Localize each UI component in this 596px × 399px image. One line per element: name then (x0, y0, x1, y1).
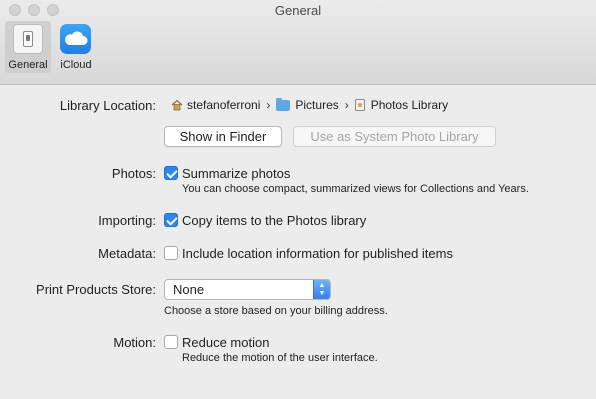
print-store-help: Choose a store based on your billing add… (164, 305, 388, 317)
home-icon (171, 99, 183, 111)
reduce-motion-checkbox[interactable] (164, 335, 178, 349)
path-item-label: Photos Library (370, 98, 449, 112)
general-switch-icon (13, 24, 43, 54)
print-store-select[interactable]: None ▲ ▼ (164, 279, 331, 300)
print-store-value: None (173, 282, 205, 297)
location-info-label[interactable]: Include location information for publish… (182, 246, 453, 261)
summarize-photos-checkbox[interactable] (164, 166, 178, 180)
window-title: General (274, 3, 322, 18)
folder-icon (276, 97, 291, 111)
photos-label: Photos: (111, 166, 156, 181)
reduce-motion-help: Reduce the motion of the user interface. (182, 352, 378, 364)
chevron-right-icon: › (344, 98, 349, 112)
copy-items-checkbox[interactable] (164, 213, 178, 227)
photos-library-icon (354, 99, 365, 111)
tab-icloud-label: iCloud (60, 59, 92, 71)
cloud-icon (60, 24, 91, 54)
preferences-window: General General iCloud Library Location:… (0, 0, 596, 399)
title-bar: General General iCloud (0, 0, 596, 85)
print-products-store-label: Print Products Store: (36, 282, 156, 297)
reduce-motion-label[interactable]: Reduce motion (182, 335, 269, 350)
tab-general[interactable]: General (5, 21, 51, 73)
show-in-finder-button[interactable]: Show in Finder (164, 126, 282, 147)
use-as-system-library-button[interactable]: Use as System Photo Library (293, 126, 496, 147)
location-info-checkbox[interactable] (164, 246, 178, 260)
path-item-photos-library[interactable]: Photos Library (354, 98, 449, 112)
path-item-label: Pictures (295, 98, 339, 112)
library-path: stefanoferroni › Pictures › Photos Libra… (171, 97, 448, 113)
summarize-photos-label[interactable]: Summarize photos (182, 166, 290, 181)
chevron-up-down-icon: ▲ ▼ (313, 280, 330, 299)
metadata-label: Metadata: (98, 246, 156, 261)
copy-items-label[interactable]: Copy items to the Photos library (182, 213, 366, 228)
library-location-label: Library Location: (59, 98, 156, 113)
path-item-home[interactable]: stefanoferroni (171, 98, 260, 112)
importing-label: Importing: (98, 213, 156, 228)
motion-label: Motion: (113, 335, 156, 350)
path-item-pictures[interactable]: Pictures (276, 97, 339, 112)
tab-general-label: General (8, 59, 48, 71)
summarize-photos-help: You can choose compact, summarized views… (182, 183, 529, 195)
chevron-right-icon: › (266, 98, 271, 112)
path-item-label: stefanoferroni (187, 98, 261, 112)
tab-icloud[interactable]: iCloud (54, 21, 98, 73)
